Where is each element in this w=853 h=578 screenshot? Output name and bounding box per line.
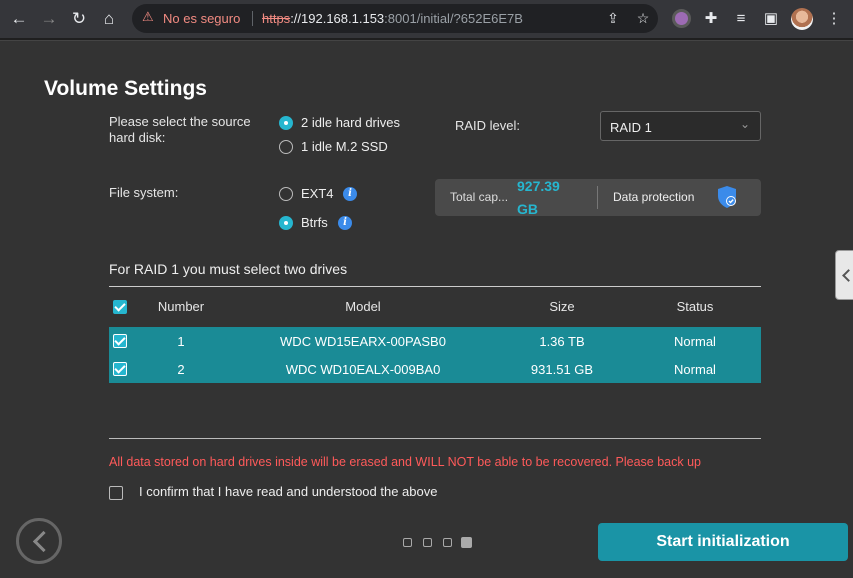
address-bar[interactable]: ⚠ No es seguro https://192.168.1.153:800… — [132, 4, 658, 33]
divider — [109, 438, 761, 439]
pager-dot-active[interactable] — [461, 537, 472, 548]
row-checkbox[interactable] — [113, 334, 127, 348]
share-icon[interactable]: ⇪ — [604, 9, 622, 27]
start-initialization-button[interactable]: Start initialization — [598, 523, 848, 561]
reload-icon[interactable]: ↻ — [68, 8, 90, 30]
total-capacity-label: Total cap... — [450, 190, 509, 204]
warning-triangle-icon: ⚠ — [142, 10, 154, 25]
page-title: Volume Settings — [44, 77, 207, 100]
raid-level-value: RAID 1 — [610, 120, 652, 135]
pager-dot[interactable] — [403, 538, 412, 547]
cell-size: 1.36 TB — [539, 334, 585, 349]
back-circle-button[interactable] — [16, 518, 62, 564]
kebab-menu-icon[interactable]: ⋮ — [823, 8, 845, 30]
row-checkbox[interactable] — [113, 362, 127, 376]
url-text[interactable]: https://192.168.1.153:8001/initial/?652E… — [262, 11, 523, 26]
source-disk-label: Please select the source hard disk: — [109, 114, 251, 145]
confirm-checkbox[interactable] — [109, 486, 123, 500]
info-icon[interactable]: i — [338, 216, 352, 230]
media-queue-icon[interactable]: ≡ — [730, 8, 752, 30]
radio-ext4[interactable] — [279, 187, 293, 201]
info-icon[interactable]: i — [343, 187, 357, 201]
confirm-label[interactable]: I confirm that I have read and understoo… — [139, 484, 437, 499]
cell-model: WDC WD15EARX-00PASB0 — [280, 334, 446, 349]
cell-model: WDC WD10EALX-009BA0 — [285, 362, 441, 377]
cell-status: Normal — [674, 334, 716, 349]
back-arrow-icon[interactable]: ← — [8, 8, 30, 30]
radio-label-ext4[interactable]: EXT4 — [301, 186, 334, 201]
radio-label-btrfs[interactable]: Btrfs — [301, 215, 328, 230]
radio-1-m2-ssd[interactable] — [279, 140, 293, 154]
chevron-down-icon: ⌄ — [739, 117, 750, 131]
pager-dot[interactable] — [443, 538, 452, 547]
pager-dot[interactable] — [423, 538, 432, 547]
home-icon[interactable]: ⌂ — [98, 8, 120, 30]
column-header-number: Number — [157, 299, 205, 314]
capacity-summary-box: Total cap... 927.39 GB Data protection — [435, 178, 761, 217]
radio-label-1-m2-ssd[interactable]: 1 idle M.2 SSD — [301, 139, 388, 154]
cell-number: 1 — [177, 334, 185, 349]
side-panel-toggle[interactable] — [835, 250, 853, 300]
radio-2-idle-hdd[interactable] — [279, 116, 293, 130]
column-header-model: Model — [345, 299, 381, 314]
shield-check-icon — [718, 186, 736, 208]
radio-btrfs[interactable] — [279, 216, 293, 230]
security-label[interactable]: No es seguro — [163, 11, 240, 26]
volume-settings-panel: Volume Settings Please select the source… — [0, 40, 853, 578]
browser-toolbar: ← → ↻ ⌂ ⚠ No es seguro https://192.168.1… — [0, 0, 853, 38]
table-top-rule — [109, 286, 761, 287]
data-protection-label: Data protection — [613, 190, 695, 204]
total-capacity-value: 927.39 GB — [517, 178, 560, 217]
cell-number: 2 — [177, 362, 185, 377]
profile-avatar[interactable] — [791, 8, 813, 30]
file-system-label: File system: — [109, 185, 179, 200]
forward-arrow-icon[interactable]: → — [38, 8, 60, 30]
raid-level-select[interactable]: RAID 1 ⌄ — [600, 111, 761, 141]
raid-level-label: RAID level: — [455, 118, 521, 133]
puzzle-extensions-icon[interactable]: ✚ — [700, 8, 722, 30]
table-row[interactable]: 1 WDC WD15EARX-00PASB0 1.36 TB Normal — [109, 327, 761, 355]
url-separator — [252, 11, 253, 26]
star-bookmark-icon[interactable]: ☆ — [634, 9, 652, 27]
select-all-checkbox[interactable] — [113, 300, 127, 314]
radio-label-2-idle-hdd[interactable]: 2 idle hard drives — [301, 115, 400, 130]
erase-warning-text: All data stored on hard drives inside wi… — [109, 455, 702, 469]
side-panel-icon[interactable]: ▣ — [760, 8, 782, 30]
divider — [597, 186, 598, 209]
cell-status: Normal — [674, 362, 716, 377]
page-content: Volume Settings Please select the source… — [0, 38, 853, 578]
cell-size: 931.51 GB — [530, 362, 594, 377]
section-title: For RAID 1 you must select two drives — [109, 261, 348, 277]
column-header-status: Status — [676, 299, 714, 314]
column-header-size: Size — [549, 299, 575, 314]
table-row[interactable]: 2 WDC WD10EALX-009BA0 931.51 GB Normal — [109, 355, 761, 383]
extension-icon[interactable] — [672, 9, 691, 28]
